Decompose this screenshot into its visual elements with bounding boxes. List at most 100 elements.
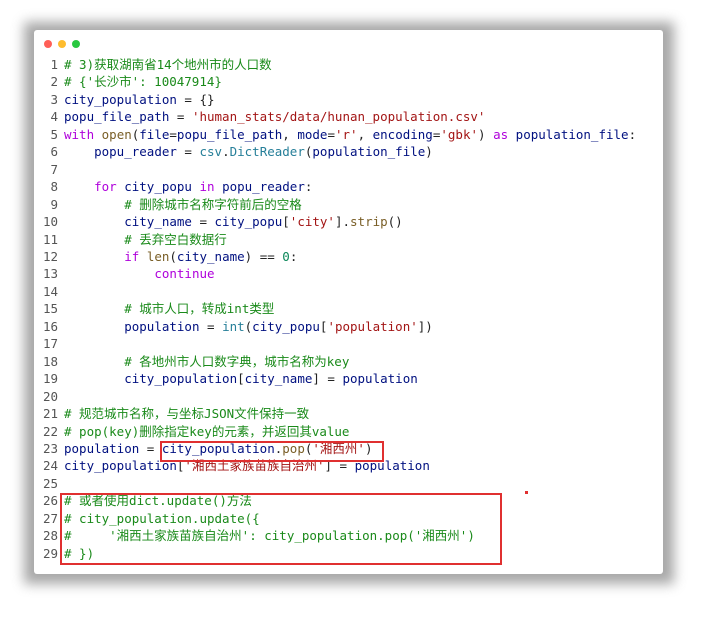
code-line: 8 for city_popu in popu_reader: — [34, 178, 636, 195]
line-content: # 3)获取湖南省14个地州市的人口数 — [62, 56, 272, 73]
line-number: 15 — [42, 301, 58, 317]
code-line: 25 — [34, 475, 636, 492]
code-token: ]) — [417, 318, 433, 334]
code-token: ) — [425, 144, 433, 160]
code-token: [ — [237, 371, 245, 387]
window-controls — [44, 40, 80, 48]
line-content — [62, 388, 64, 405]
code-token: city_population — [64, 91, 177, 107]
code-line: 14 — [34, 283, 636, 300]
code-token: population — [124, 318, 200, 334]
code-token: strip — [350, 214, 388, 230]
code-token: popu_reader — [94, 144, 177, 160]
line-number: 27 — [42, 510, 58, 526]
line-content: for city_popu in popu_reader: — [62, 178, 312, 195]
code-line: 20 — [34, 388, 636, 405]
code-token: 0 — [282, 248, 290, 264]
code-token: [ — [282, 214, 290, 230]
code-token: = {} — [176, 91, 215, 107]
line-number: 11 — [42, 231, 58, 247]
code-token: () — [387, 214, 403, 230]
line-number: 1 — [50, 57, 58, 72]
line-content: # 丢弃空白数据行 — [62, 231, 227, 248]
code-token: # {'长沙市': 10047914} — [64, 74, 222, 90]
line-content — [62, 475, 64, 492]
code-token: = — [139, 440, 162, 456]
line-number: 8 — [50, 179, 58, 195]
code-token: city_population — [124, 371, 238, 387]
code-token: = — [191, 214, 215, 230]
line-content — [62, 335, 64, 352]
code-token: as — [493, 126, 509, 142]
code-token: : — [304, 179, 313, 195]
code-token: # 规范城市名称，与坐标JSON文件保持一致 — [64, 406, 310, 422]
line-number: 25 — [42, 475, 58, 491]
code-token: # 城市人口，转成int类型 — [124, 301, 275, 317]
code-token: if — [124, 248, 140, 264]
code-line: 4 popu_file_path = 'human_stats/data/huna… — [34, 108, 636, 125]
line-number: 28 — [42, 528, 58, 544]
code-line: 6 popu_reader = csv.DictReader(populatio… — [34, 143, 636, 160]
minimize-button[interactable] — [58, 40, 66, 48]
maximize-button[interactable] — [72, 40, 80, 48]
line-number: 6 — [50, 144, 58, 160]
code-line: 16 population = int(city_popu['populatio… — [34, 318, 636, 335]
code-token: = — [169, 126, 177, 142]
code-token: ]. — [334, 214, 351, 230]
code-token: continue — [154, 266, 215, 282]
code-line: 17 — [34, 335, 636, 352]
code-token: city_popu — [124, 179, 192, 195]
line-content: # {'长沙市': 10047914} — [62, 73, 222, 90]
code-token: popu_reader — [222, 179, 305, 195]
code-token: = — [169, 109, 192, 125]
line-content: continue — [62, 265, 215, 282]
line-content: # 城市人口，转成int类型 — [62, 300, 274, 317]
line-content: city_population = {} — [62, 91, 215, 108]
code-token: 'gbk' — [440, 126, 479, 142]
line-content: # 删除城市名称字符前后的空格 — [62, 196, 302, 213]
highlight-box-pop — [160, 441, 384, 462]
code-line: 7 — [34, 161, 636, 178]
code-token: : — [628, 126, 637, 142]
code-token: encoding — [372, 126, 433, 142]
line-content: # 各地州市人口数字典，城市名称为key — [62, 353, 349, 370]
line-number: 13 — [42, 266, 58, 282]
line-number: 7 — [50, 161, 58, 177]
code-line: 3 city_population = {} — [34, 91, 636, 108]
code-token: for — [94, 179, 117, 195]
red-dot-mark — [525, 491, 528, 494]
code-token: population_file — [515, 126, 629, 142]
line-number: 9 — [50, 196, 58, 212]
code-line: 12 if len(city_name) == 0: — [34, 248, 636, 265]
line-content: popu_reader = csv.DictReader(population_… — [62, 143, 433, 160]
code-token: , — [282, 126, 298, 142]
code-token: # 删除城市名称字符前后的空格 — [124, 196, 302, 212]
code-line: 9 # 删除城市名称字符前后的空格 — [34, 196, 636, 213]
code-token: csv — [199, 144, 223, 160]
code-window: 1 # 3)获取湖南省14个地州市的人口数 2 # {'长沙市': 10047914}… — [34, 30, 663, 574]
line-content: # pop(key)删除指定key的元素，并返回其value — [62, 423, 349, 440]
code-token: = — [176, 144, 200, 160]
code-token: : — [289, 248, 298, 264]
code-token: city_popu — [214, 214, 283, 230]
code-token: open — [101, 126, 132, 142]
line-number: 29 — [42, 545, 58, 561]
close-button[interactable] — [44, 40, 52, 48]
line-content: popu_file_path = 'human_stats/data/hunan… — [62, 108, 485, 125]
code-token: in — [199, 179, 215, 195]
code-line: 10 city_name = city_popu['city'].strip() — [34, 213, 636, 230]
line-number: 12 — [42, 248, 58, 264]
code-token: mode — [297, 126, 328, 142]
code-token: city_name — [244, 371, 313, 387]
code-line: 1 # 3)获取湖南省14个地州市的人口数 — [34, 56, 636, 73]
